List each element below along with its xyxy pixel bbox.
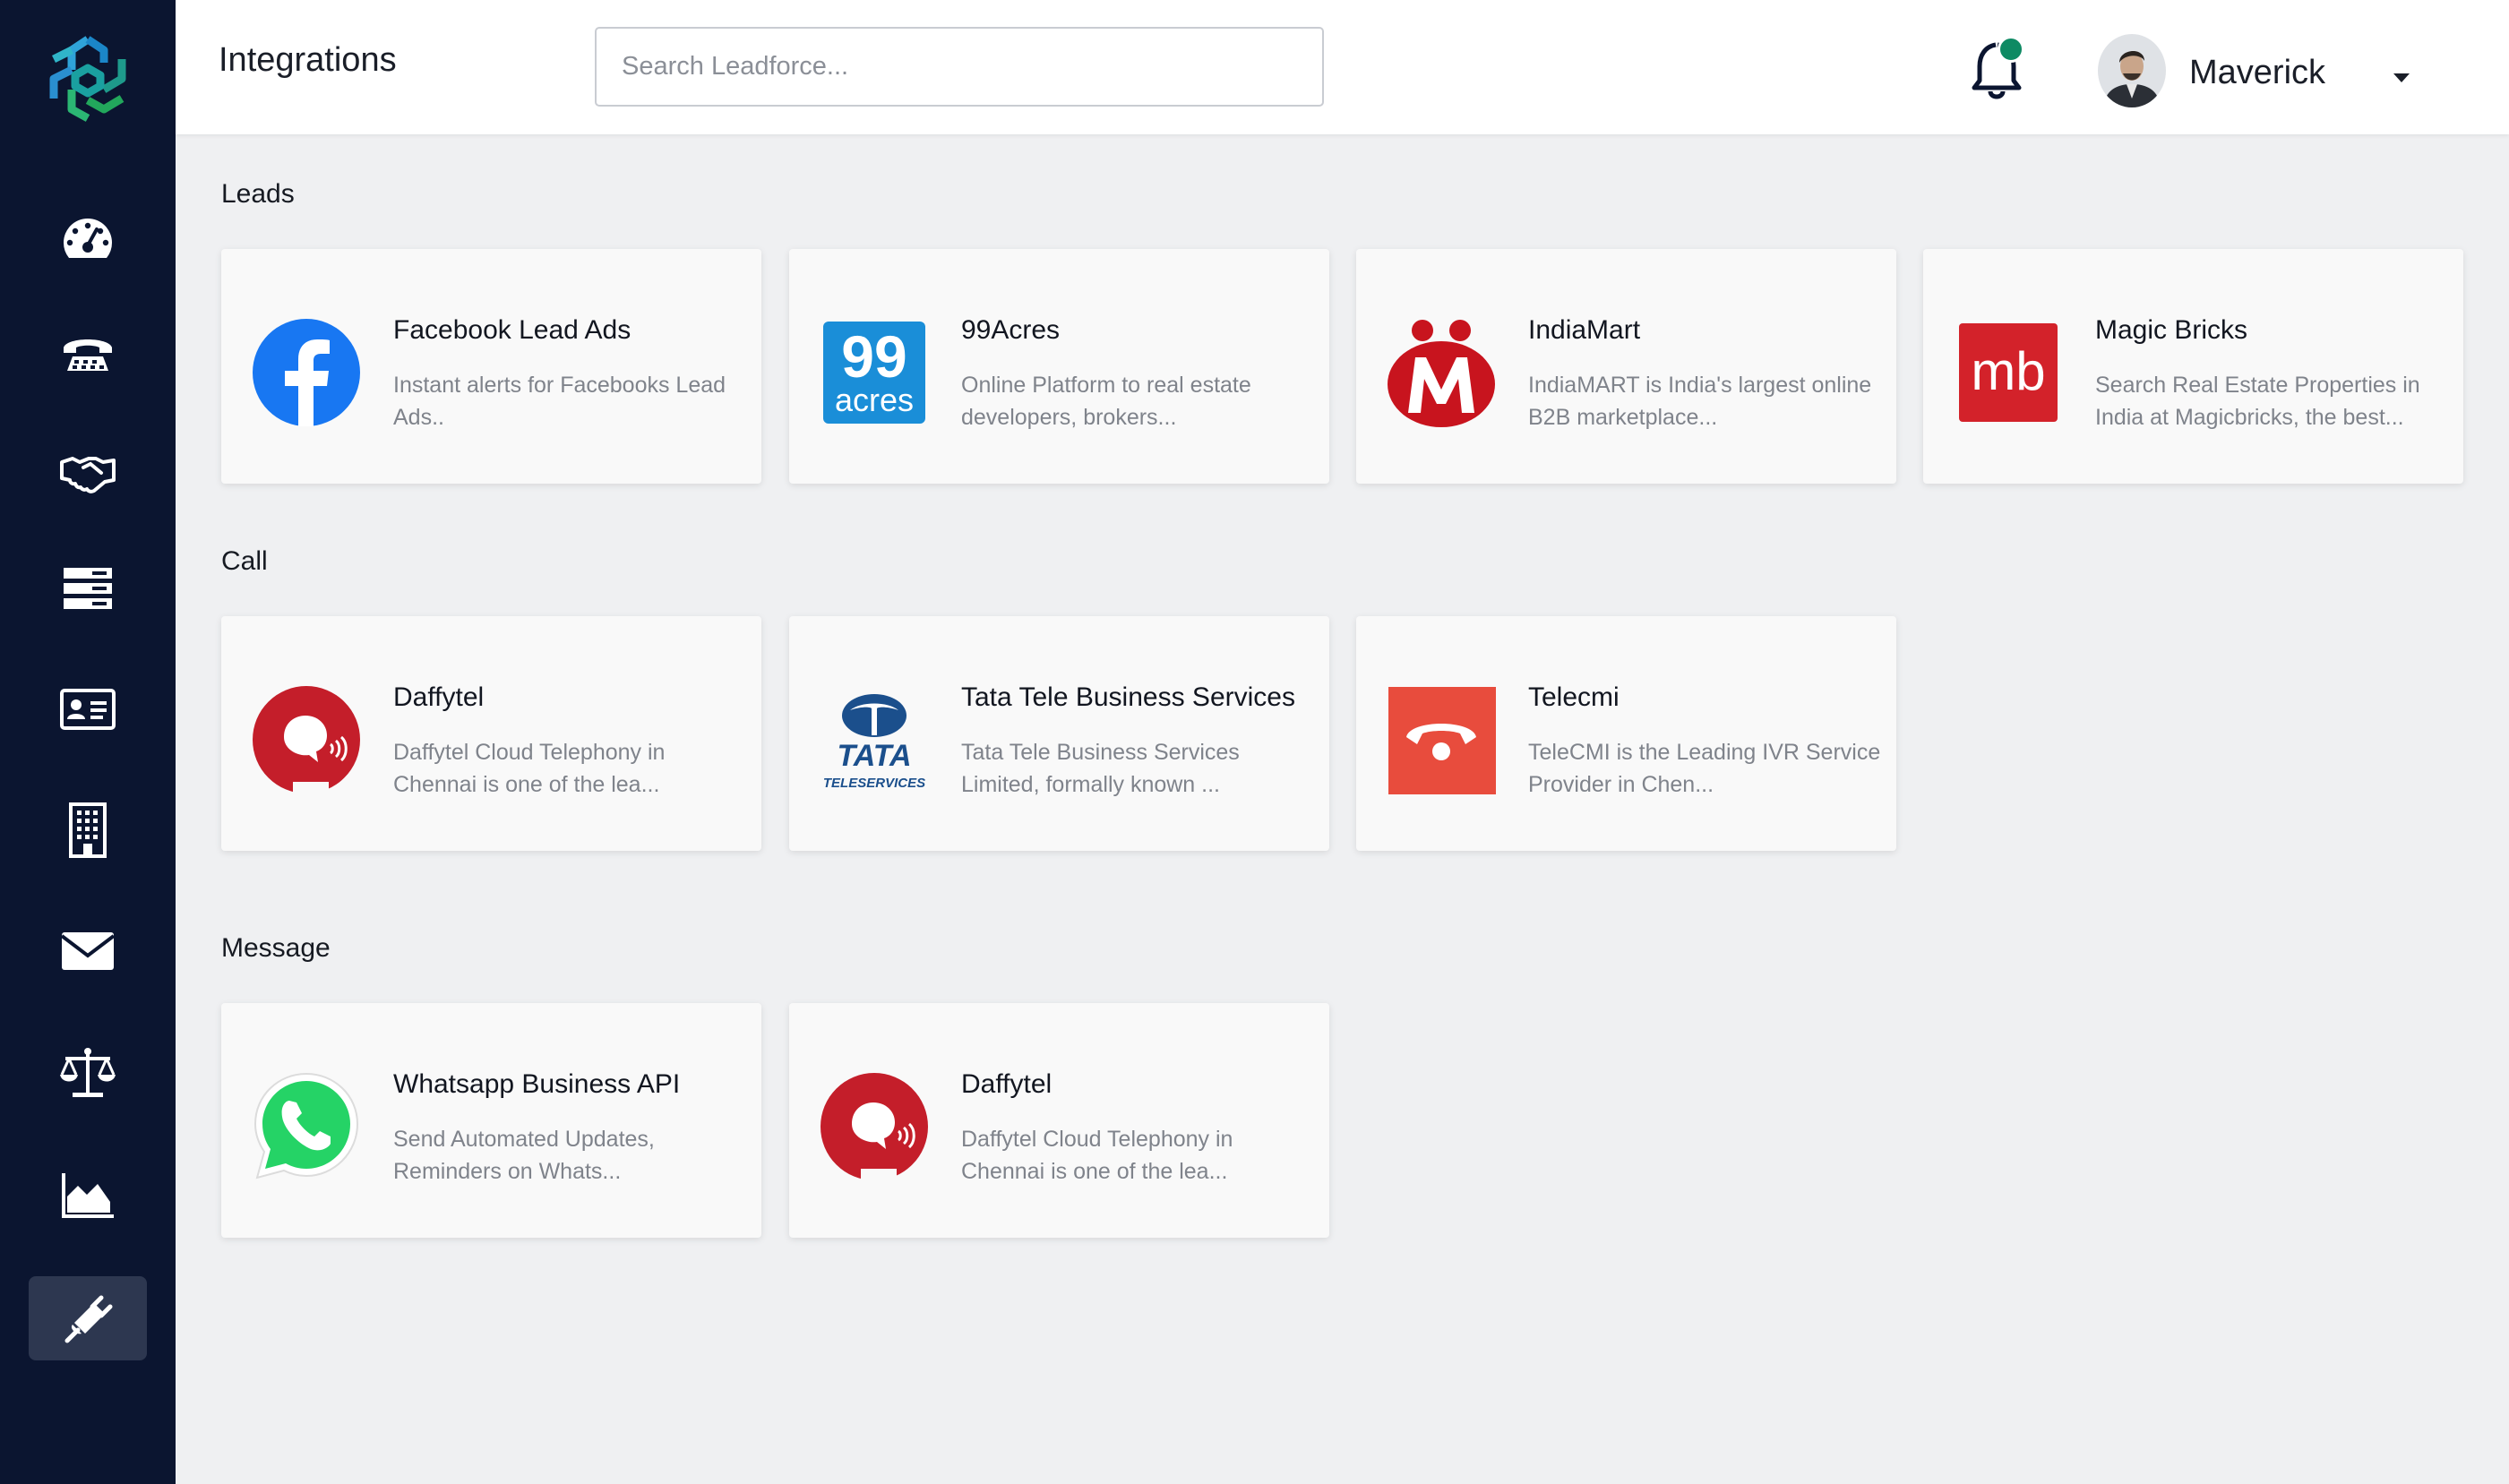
user-name[interactable]: Maverick: [2189, 54, 2325, 92]
integration-card-indiamart[interactable]: IndiaMart IndiaMART is India's largest o…: [1356, 249, 1896, 484]
integration-card-daffytel[interactable]: Daffytel Daffytel Cloud Telephony in Che…: [221, 616, 761, 851]
sidebar-item-companies[interactable]: [29, 788, 147, 872]
card-title: Daffytel: [961, 1069, 1053, 1099]
search-input[interactable]: [595, 27, 1324, 107]
list-stack-icon: [64, 568, 112, 609]
card-description: IndiaMART is India's largest online B2B …: [1528, 373, 1872, 430]
sidebar-item-integrations[interactable]: [29, 1276, 147, 1360]
section-title-message: Message: [221, 933, 331, 963]
section-title-leads: Leads: [221, 179, 295, 209]
magicbricks-logo-icon: mb: [1950, 314, 2066, 431]
card-title: Magic Bricks: [2095, 315, 2248, 345]
indiamart-logo-icon: [1383, 314, 1499, 431]
tata-logo-text-bottom: TELESERVICES: [823, 776, 925, 791]
daffytel-logo-icon: [248, 682, 365, 798]
envelope-icon: [60, 932, 116, 970]
card-title: Daffytel: [393, 682, 485, 712]
sidebar-item-compare[interactable]: [29, 1030, 147, 1114]
card-description: Search Real Estate Properties in India a…: [2095, 373, 2420, 430]
leadforce-logo-icon[interactable]: [45, 32, 131, 125]
integration-card-facebook-lead-ads[interactable]: Facebook Lead Ads Instant alerts for Fac…: [221, 249, 761, 484]
sidebar-item-contacts[interactable]: [29, 667, 147, 751]
top-bar: Integrations Maverick: [176, 0, 2509, 134]
area-chart-icon: [62, 1173, 114, 1218]
card-description: Online Platform to real estate developer…: [961, 373, 1251, 430]
sidebar-item-dashboard[interactable]: [29, 197, 147, 281]
sidebar-item-email[interactable]: [29, 909, 147, 993]
integration-card-magic-bricks[interactable]: mb Magic Bricks Search Real Estate Prope…: [1923, 249, 2463, 484]
integration-card-daffytel-message[interactable]: Daffytel Daffytel Cloud Telephony in Che…: [789, 1003, 1329, 1238]
dashboard-gauge-icon: [63, 219, 113, 258]
notification-dot: [1998, 36, 2024, 63]
page-title: Integrations: [219, 41, 397, 79]
handshake-icon: [60, 457, 116, 493]
sidebar-item-lists[interactable]: [29, 546, 147, 630]
avatar[interactable]: [2098, 34, 2166, 107]
card-description: Send Automated Updates, Reminders on Wha…: [393, 1127, 655, 1184]
telecmi-logo-icon: [1383, 682, 1499, 798]
card-title: IndiaMart: [1528, 315, 1641, 345]
plug-icon: [64, 1295, 113, 1343]
card-title: Facebook Lead Ads: [393, 315, 632, 345]
card-description: Tata Tele Business Services Limited, for…: [961, 740, 1240, 797]
sidebar-item-deals[interactable]: [29, 430, 147, 514]
whatsapp-logo-icon: [248, 1068, 365, 1185]
integration-card-99acres[interactable]: 99 acres 99Acres Online Platform to real…: [789, 249, 1329, 484]
card-description: TeleCMI is the Leading IVR Service Provi…: [1528, 740, 1881, 797]
notifications-button[interactable]: [1967, 36, 2030, 104]
99acres-logo-text-bottom: acres: [835, 382, 914, 418]
sidebar-item-reports[interactable]: [29, 1154, 147, 1238]
integration-card-tata-tele[interactable]: TATA TELESERVICES Tata Tele Business Ser…: [789, 616, 1329, 851]
integration-card-whatsapp-business[interactable]: Whatsapp Business API Send Automated Upd…: [221, 1003, 761, 1238]
telephone-icon: [64, 339, 112, 371]
99acres-logo-text-top: 99: [841, 323, 907, 390]
tata-logo-text-top: TATA: [837, 739, 911, 773]
tata-teleservices-logo-icon: TATA TELESERVICES: [816, 682, 932, 798]
contact-card-icon: [60, 689, 116, 730]
integration-card-telecmi[interactable]: Telecmi TeleCMI is the Leading IVR Servi…: [1356, 616, 1896, 851]
card-title: Telecmi: [1528, 682, 1620, 712]
magicbricks-logo-text: mb: [1971, 341, 2045, 401]
99acres-logo-icon: 99 acres: [816, 314, 932, 431]
section-title-call: Call: [221, 546, 268, 576]
balance-scale-icon: [60, 1048, 116, 1097]
card-title: Tata Tele Business Services: [961, 682, 1295, 712]
user-menu-caret-icon[interactable]: [2393, 73, 2410, 82]
daffytel-logo-icon: [816, 1068, 932, 1185]
sidebar-item-calls[interactable]: [29, 313, 147, 398]
card-description: Daffytel Cloud Telephony in Chennai is o…: [961, 1127, 1233, 1184]
building-icon: [69, 802, 107, 858]
facebook-logo-icon: [248, 314, 365, 431]
sidebar: [0, 0, 176, 1484]
card-description: Instant alerts for Facebooks Lead Ads..: [393, 373, 726, 430]
card-title: 99Acres: [961, 315, 1061, 345]
card-title: Whatsapp Business API: [393, 1069, 681, 1099]
card-description: Daffytel Cloud Telephony in Chennai is o…: [393, 740, 666, 797]
